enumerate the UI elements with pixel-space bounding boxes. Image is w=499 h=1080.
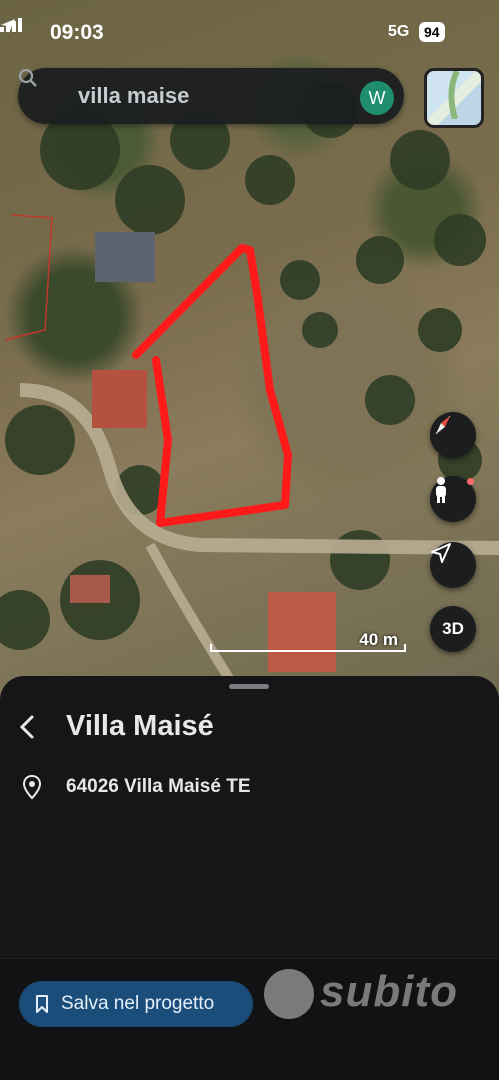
place-title: Villa Maisé — [66, 710, 214, 742]
battery-level: 94 — [419, 22, 445, 42]
save-button-label: Salva nel progetto — [61, 993, 215, 1014]
scale-label: 40 m — [359, 630, 398, 649]
notification-dot — [467, 478, 474, 485]
signal-icon — [0, 18, 22, 32]
scale-tick-right — [404, 644, 406, 652]
status-bar: 09:03 5G 94 — [0, 18, 499, 48]
watermark-text: subito — [320, 967, 458, 1016]
navigation-arrow-icon — [431, 543, 451, 563]
bottom-action-bar: Salva nel progetto subito — [0, 958, 499, 1059]
map-thumbnail-icon — [448, 71, 460, 119]
scale-tick-left — [210, 644, 212, 652]
place-address: 64026 Villa Maisé TE — [66, 776, 251, 797]
map-scale-bar: 40 m — [210, 630, 406, 654]
3d-toggle-button[interactable]: 3D — [430, 606, 476, 652]
compass-button[interactable] — [430, 412, 476, 458]
scale-line — [210, 650, 406, 652]
my-location-button[interactable] — [430, 542, 476, 588]
search-icon — [18, 68, 37, 87]
location-pin-icon — [22, 774, 42, 800]
pegman-icon — [436, 477, 446, 503]
compass-icon — [435, 415, 451, 435]
save-to-project-button[interactable]: Salva nel progetto — [19, 981, 253, 1027]
sheet-drag-handle[interactable] — [229, 684, 269, 689]
back-arrow-icon[interactable] — [18, 714, 36, 740]
satellite-map[interactable]: 09:03 5G 94 villa maise W 3D 40 m — [0, 0, 499, 700]
search-query[interactable]: villa maise — [78, 83, 189, 109]
network-type: 5G — [388, 23, 410, 40]
home-indicator-area — [0, 1058, 499, 1080]
account-avatar[interactable]: W — [360, 81, 394, 115]
bookmark-icon — [36, 995, 48, 1013]
subito-logo-icon — [264, 969, 314, 1019]
clock: 09:03 — [50, 21, 104, 44]
search-bar[interactable]: villa maise W — [18, 68, 404, 124]
map-layers-thumbnail[interactable] — [424, 68, 484, 128]
street-view-button[interactable] — [430, 476, 476, 522]
